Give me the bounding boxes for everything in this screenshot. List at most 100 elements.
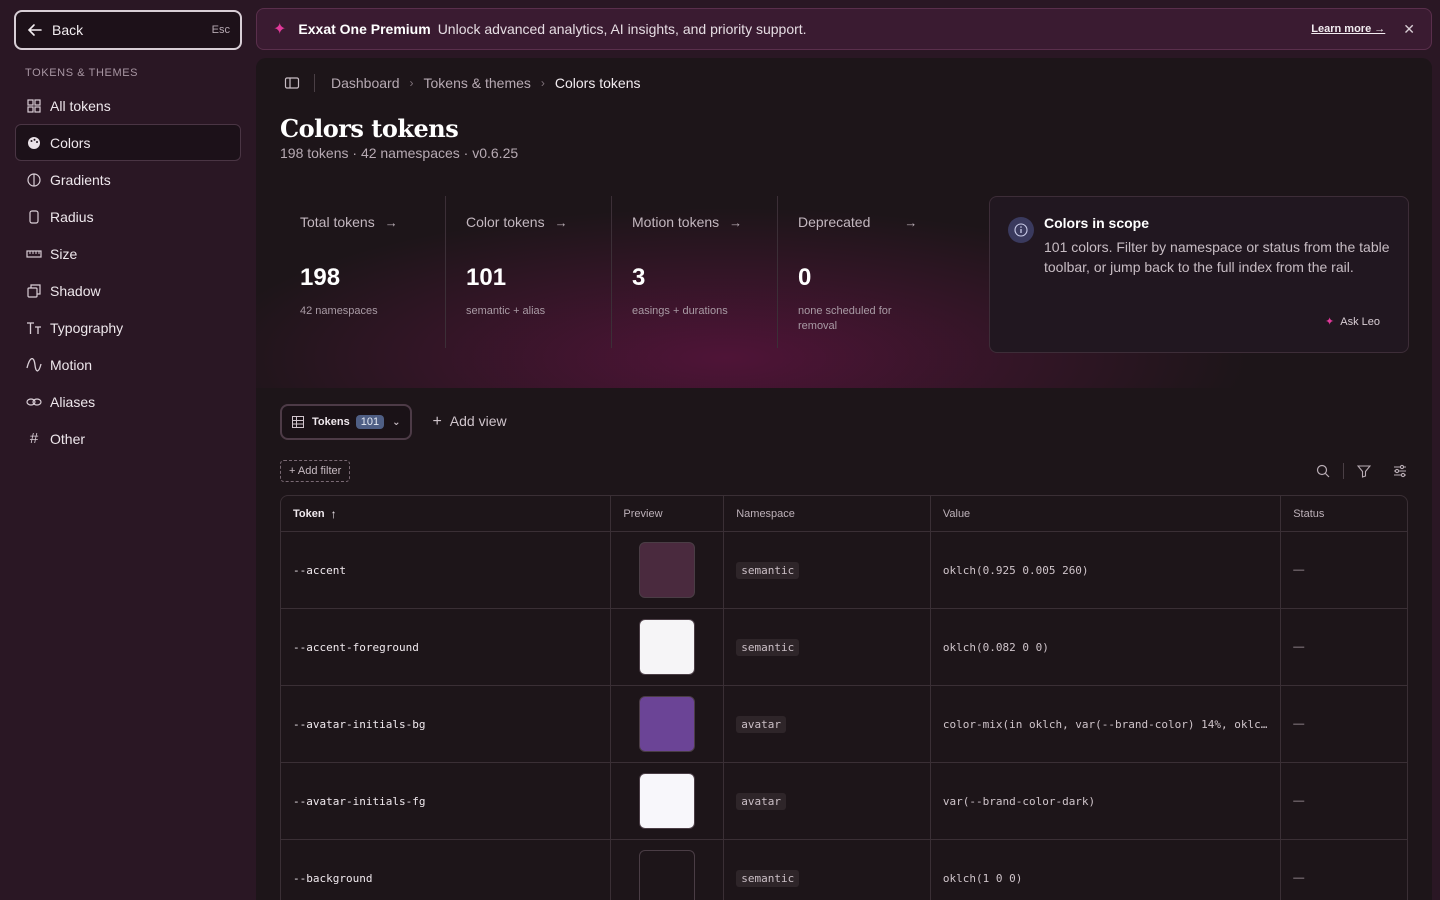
token-name: --accent [293,563,346,577]
sidebar-item-all-tokens[interactable]: All tokens [15,87,241,124]
namespace-badge: semantic [736,561,800,579]
sidebar-item-label: Shadow [50,282,101,299]
column-label: Value [942,507,971,520]
stat-label: Color tokens [466,214,545,230]
page-title: Colors tokens [280,114,459,143]
sidebar-toggle-icon[interactable] [284,75,300,91]
table-icon [292,416,304,428]
back-label: Back [52,22,84,38]
add-filter-label: Add filter [297,465,342,477]
back-button[interactable]: Back Esc [14,10,242,50]
stat-motion-tokens[interactable]: Motion tokens → 3 easings + durations [612,196,778,348]
table-toolbar: + Add filter [280,459,1408,483]
stat-desc: semantic + alias [466,305,546,317]
sidebar-item-label: Motion [50,356,93,373]
wave-icon [26,357,42,373]
close-icon[interactable]: ✕ [1403,21,1415,38]
sidebar-item-gradients[interactable]: Gradients [15,161,241,198]
status-text: — [1293,564,1305,576]
grid-icon [26,98,42,114]
sidebar-item-shadow[interactable]: Shadow [15,272,241,309]
stat-deprecated[interactable]: Deprecated → 0 none scheduled for removal [778,196,944,348]
stat-desc: easings + durations [632,305,728,317]
divider [1343,463,1344,479]
ruler-icon [26,246,42,262]
table-row[interactable]: --accent semantic oklch(0.925 0.005 260)… [281,532,1407,609]
sparkle-icon: ✦ [1325,316,1335,328]
column-label: Status [1293,507,1325,520]
sliders-icon[interactable] [1392,463,1408,479]
sidebar-item-aliases[interactable]: Aliases [15,383,241,420]
search-icon[interactable] [1315,463,1331,479]
plus-icon: + [432,413,442,430]
column-header-namespace[interactable]: Namespace [724,496,931,531]
stats-row: Total tokens → 198 42 namespaces Color to… [280,196,944,348]
column-header-value[interactable]: Value [931,496,1282,531]
sidebar-item-label: All tokens [50,97,111,114]
banner-message: Unlock advanced analytics, AI insights, … [437,21,807,37]
color-swatch [639,850,696,900]
view-tabs: Tokens 101 ⌄ + Add view [280,404,507,440]
table-row[interactable]: --accent-foreground semantic oklch(0.082… [281,609,1407,686]
stat-value: 198 [300,264,341,291]
sidebar-item-colors[interactable]: Colors [15,124,241,161]
token-value: oklch(0.925 0.005 260) [942,563,1089,577]
arrow-right-icon: → [904,214,918,230]
breadcrumb-dashboard[interactable]: Dashboard [331,75,400,91]
column-label: Preview [623,507,663,520]
scope-body: 101 colors. Filter by namespace or statu… [1044,239,1390,275]
shortcut-hint: Esc [211,24,230,36]
token-value: oklch(1 0 0) [942,871,1023,885]
status-text: — [1293,795,1305,807]
column-label: Namespace [736,507,795,520]
sparkle-icon: ✦ [273,21,287,38]
breadcrumb-tokens-themes[interactable]: Tokens & themes [424,75,531,91]
link-icon [26,394,42,410]
table-row[interactable]: --avatar-initials-fg avatar var(--brand-… [281,763,1407,840]
page-subtitle: 198 tokens · 42 namespaces · v0.6.25 [280,145,519,161]
typography-icon [26,320,42,336]
stat-value: 3 [632,264,646,291]
sidebar-item-size[interactable]: Size [15,235,241,272]
info-icon [1008,217,1034,243]
namespace-badge: semantic [736,869,800,887]
main-panel: Dashboard › Tokens & themes › Colors tok… [256,58,1432,900]
color-swatch [639,542,696,598]
sidebar-item-motion[interactable]: Motion [15,346,241,383]
hash-icon: # [29,430,39,447]
column-header-status[interactable]: Status [1281,496,1407,531]
banner-title: Exxat One Premium [298,21,431,37]
column-header-preview[interactable]: Preview [611,496,725,531]
stat-color-tokens[interactable]: Color tokens → 101 semantic + alias [446,196,612,348]
column-label: Token [293,507,325,520]
ask-leo-button[interactable]: ✦ Ask Leo [1325,315,1380,328]
arrow-right-icon: → [554,214,568,230]
view-tab-label: Tokens [312,416,350,428]
scope-card: Colors in scope 101 colors. Filter by na… [989,196,1409,353]
sidebar-item-typography[interactable]: Typography [15,309,241,346]
column-header-token[interactable]: Token ↑ [281,496,612,531]
stat-label: Motion tokens [632,214,720,230]
sidebar-item-label: Size [50,245,78,262]
chevron-down-icon: ⌄ [392,416,401,428]
sidebar-item-label: Radius [50,208,94,225]
sidebar-item-radius[interactable]: Radius [15,198,241,235]
add-view-button[interactable]: + Add view [432,413,506,431]
divider [314,74,315,92]
sidebar-item-other[interactable]: # Other [15,420,241,457]
filter-icon[interactable] [1356,463,1372,479]
stat-label: Deprecated [798,214,871,230]
learn-more-link[interactable]: Learn more → [1311,23,1385,35]
table-row[interactable]: --background semantic oklch(1 0 0) — [281,840,1407,900]
namespace-badge: avatar [736,715,786,733]
view-tab-tokens[interactable]: Tokens 101 ⌄ [280,404,413,440]
radius-icon [26,209,42,225]
stat-total-tokens[interactable]: Total tokens → 198 42 namespaces [280,196,446,348]
shadow-icon [26,283,42,299]
add-filter-button[interactable]: + Add filter [280,460,351,482]
color-swatch [639,619,696,675]
promo-banner: ✦ Exxat One Premium Unlock advanced anal… [256,8,1432,50]
table-row[interactable]: --avatar-initials-bg avatar color-mix(in… [281,686,1407,763]
plus-icon: + [289,465,298,477]
namespace-badge: avatar [736,792,786,810]
